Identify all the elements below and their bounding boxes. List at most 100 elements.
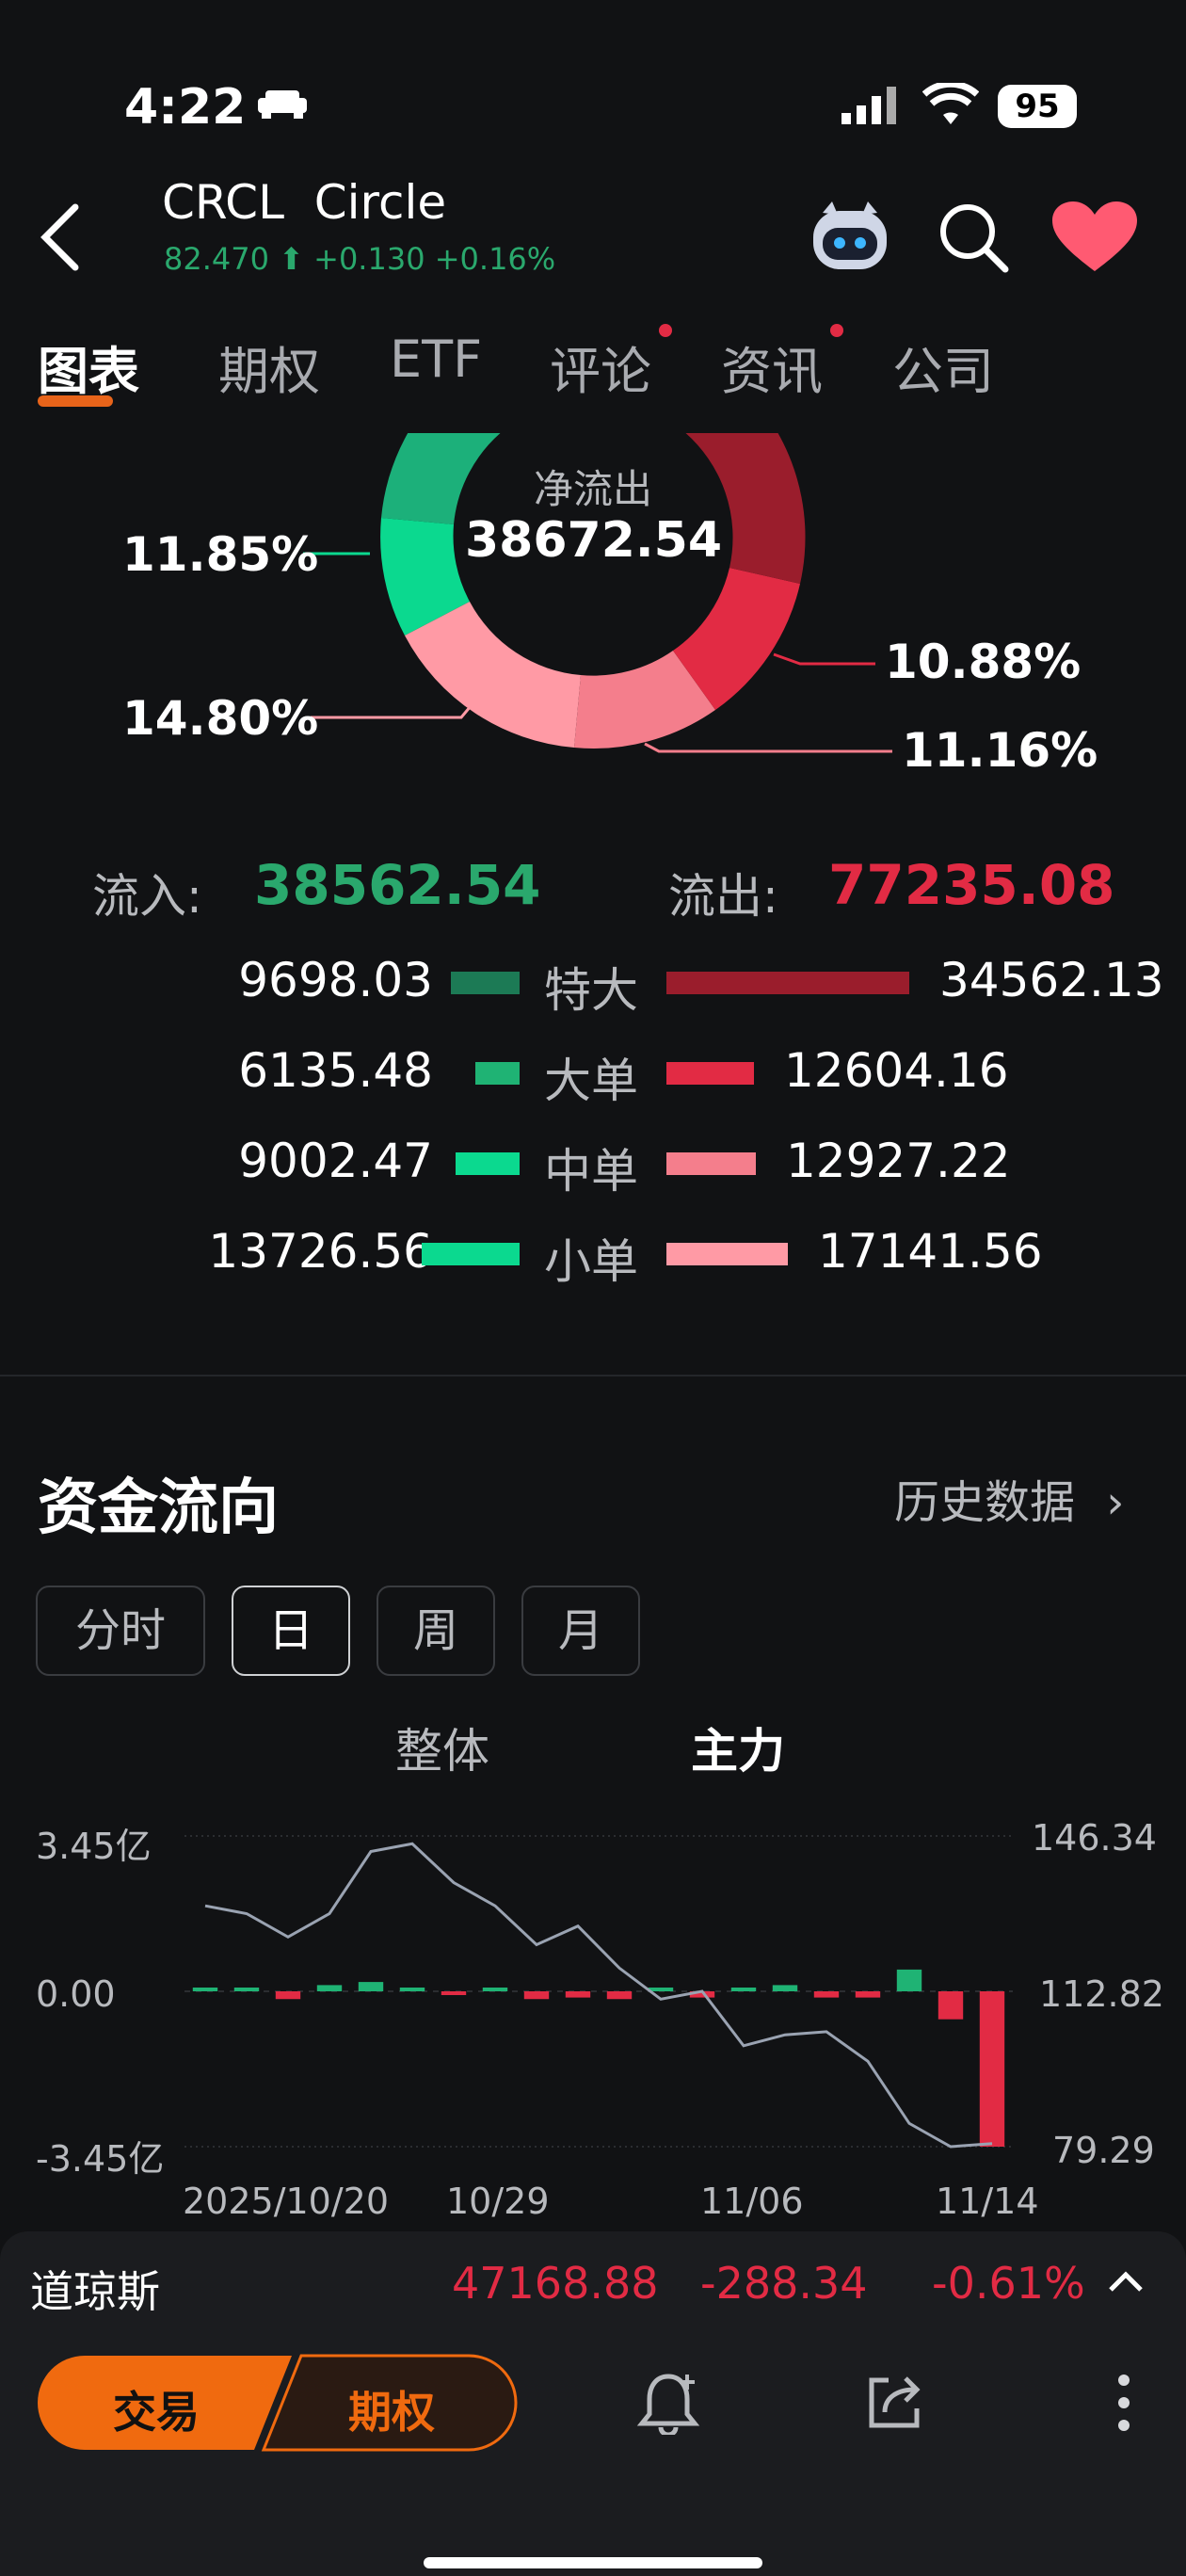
trade-button[interactable]: 交易	[113, 2378, 200, 2440]
outflow-value: 77235.08	[828, 853, 1115, 917]
section-title: 资金流向	[38, 1473, 279, 1543]
mode-main[interactable]: 主力	[691, 1714, 785, 1781]
label-large-out: 10.88%	[885, 635, 1082, 689]
chevron-up-icon[interactable]	[1107, 2267, 1145, 2295]
y-left-bottom: -3.45亿	[36, 2138, 165, 2180]
row-outflow-value: 12604.16	[784, 1043, 1009, 1098]
back-icon[interactable]	[38, 201, 85, 273]
wifi-icon	[922, 83, 979, 124]
donut-center-title: 净流出	[533, 466, 652, 512]
donut-slice-small-out	[405, 602, 581, 748]
chart-bar	[192, 1988, 218, 1991]
tab-chart[interactable]: 图表	[38, 330, 139, 404]
ticker-name: Circle	[313, 175, 447, 230]
y-right-bottom: 79.29	[1052, 2130, 1155, 2171]
tab-etf[interactable]: ETF	[390, 330, 482, 389]
bell-alert-icon[interactable]	[636, 2371, 700, 2435]
y-right-mid: 112.82	[1039, 1973, 1164, 2015]
row-category-label: 小单	[544, 1234, 638, 1289]
tab-options[interactable]: 期权	[218, 330, 320, 404]
row-inflow-bar	[451, 972, 520, 994]
row-inflow-value: 9002.47	[238, 1134, 433, 1188]
signal-icon	[841, 87, 896, 124]
x-tick-2: 10/29	[446, 2181, 550, 2222]
chart-bar	[275, 1991, 301, 2000]
segment-day[interactable]: 日	[232, 1586, 350, 1676]
row-outflow-bar	[666, 1152, 756, 1175]
segment-intraday[interactable]: 分时	[36, 1586, 205, 1676]
row-outflow-value: 17141.56	[818, 1224, 1043, 1279]
chart-bar	[233, 1988, 260, 1991]
row-outflow-value: 12927.22	[786, 1134, 1011, 1188]
capital-flow-chart	[184, 1835, 1013, 2149]
row-inflow-value: 6135.48	[238, 1043, 433, 1098]
chevron-right-icon: ›	[1106, 1476, 1125, 1529]
segment-week[interactable]: 周	[377, 1586, 495, 1676]
options-button[interactable]: 期权	[348, 2378, 435, 2440]
y-left-top: 3.45亿	[36, 1826, 152, 1867]
row-outflow-value: 34562.13	[939, 953, 1164, 1007]
chart-bar	[730, 1988, 757, 1991]
chart-bar	[316, 1985, 343, 1991]
history-data-link[interactable]: 历史数据 ›	[894, 1465, 1124, 1531]
row-outflow-bar	[666, 972, 909, 994]
chart-bar	[482, 1988, 508, 1991]
more-icon[interactable]	[1114, 2371, 1133, 2435]
chart-bar	[772, 1985, 798, 1991]
row-outflow-bar	[666, 1062, 754, 1085]
chart-bar	[896, 1969, 922, 1991]
mode-overall[interactable]: 整体	[395, 1714, 489, 1781]
row-category-label: 特大	[544, 963, 638, 1018]
up-arrow-icon: ⬆	[279, 241, 304, 277]
inflow-label: 流入:	[92, 869, 202, 924]
index-ticker-bar[interactable]: 道琼斯 47168.88 -288.34 -0.61%	[0, 2231, 1186, 2335]
quote-line: 82.470 ⬆ +0.130 +0.16%	[164, 241, 555, 277]
trade-options-switch	[38, 2354, 518, 2452]
tab-company[interactable]: 公司	[892, 330, 994, 404]
chart-bar	[979, 1991, 1005, 2147]
search-icon[interactable]	[938, 201, 1009, 273]
ticker-title: CRCL Circle	[162, 175, 446, 230]
x-tick-4: 11/14	[936, 2181, 1039, 2222]
y-right-top: 146.34	[1032, 1817, 1157, 1859]
label-small-in: 11.85%	[122, 527, 319, 582]
car-icon	[258, 90, 307, 119]
row-inflow-bar	[456, 1152, 520, 1175]
home-indicator	[424, 2557, 762, 2568]
row-inflow-value: 9698.03	[238, 953, 433, 1007]
tab-comments[interactable]: 评论	[550, 330, 651, 404]
comments-badge	[659, 324, 672, 337]
chart-bar	[441, 1991, 467, 1995]
row-inflow-value: 13726.56	[208, 1224, 433, 1279]
chart-bar	[813, 1991, 840, 1998]
donut-center-value: 38672.54	[465, 512, 723, 569]
index-change-pct: -0.61%	[932, 2258, 1085, 2309]
x-tick-1: 2025/10/20	[183, 2181, 390, 2222]
battery-indicator: 95	[998, 85, 1077, 128]
row-inflow-bar	[422, 1243, 520, 1265]
chart-bar	[855, 1991, 881, 1998]
chart-bar	[565, 1991, 591, 1998]
price-change: +0.130	[313, 241, 425, 277]
price-change-pct: +0.16%	[434, 241, 556, 277]
index-name: 道琼斯	[30, 2266, 160, 2317]
index-value: 47168.88	[452, 2258, 659, 2309]
status-bar: 4:22 95	[0, 0, 1186, 160]
chart-bar	[523, 1991, 550, 2000]
label-mid-out: 11.16%	[902, 723, 1098, 778]
bottom-toolbar: 交易 期权	[0, 2335, 1186, 2576]
y-left-mid: 0.00	[36, 1973, 116, 2015]
tab-news[interactable]: 资讯	[721, 330, 823, 404]
chart-bar	[358, 1982, 384, 1991]
tab-bar: 图表 期权 ETF 评论 资讯 公司	[0, 324, 1186, 424]
price: 82.470	[164, 241, 269, 277]
row-inflow-bar	[475, 1062, 520, 1085]
heart-icon[interactable]	[1052, 201, 1137, 275]
index-change: -288.34	[700, 2258, 868, 2309]
row-category-label: 大单	[544, 1054, 638, 1108]
row-outflow-bar	[666, 1243, 788, 1265]
ticker-symbol: CRCL	[162, 175, 284, 230]
robot-assistant-icon[interactable]	[808, 200, 892, 275]
segment-month[interactable]: 月	[521, 1586, 640, 1676]
share-icon[interactable]	[862, 2371, 926, 2435]
